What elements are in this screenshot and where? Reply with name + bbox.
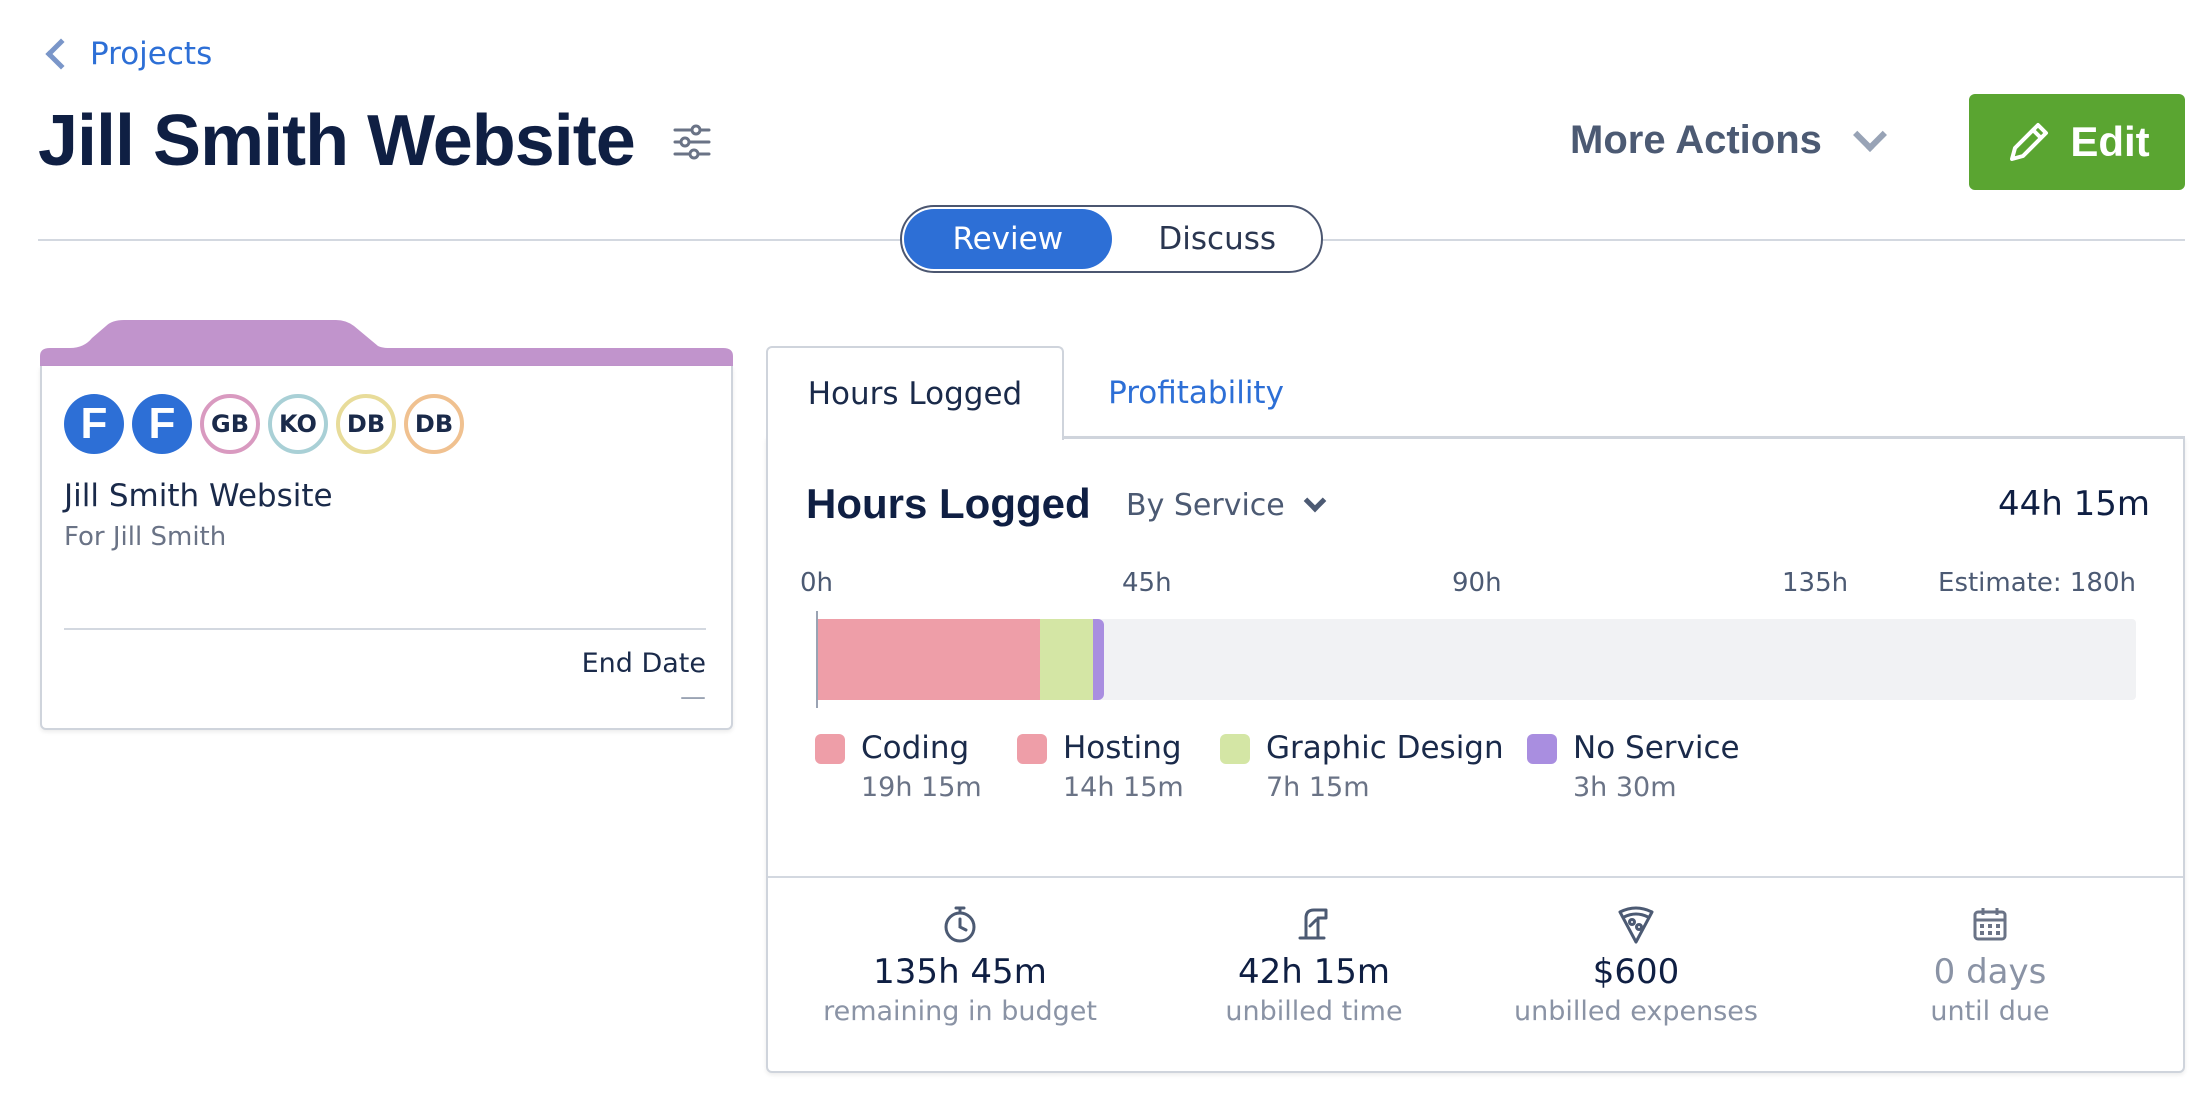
stat-label: remaining in budget: [823, 996, 1097, 1027]
legend-item: Hosting 14h 15m: [1017, 730, 1184, 803]
chart-title: Hours Logged: [806, 480, 1091, 527]
more-actions-dropdown[interactable]: More Actions: [1570, 117, 1887, 163]
avatar: KO: [268, 394, 328, 454]
sliders-icon[interactable]: [672, 122, 712, 162]
bar-segment[interactable]: [816, 619, 1040, 700]
hours-bar-track: [816, 619, 2136, 700]
legend-swatch: [1017, 734, 1047, 764]
project-client: For Jill Smith: [64, 522, 227, 552]
calendar-icon: [1973, 908, 2007, 941]
stopwatch-icon: [944, 906, 976, 943]
legend-item: Coding 19h 15m: [815, 730, 982, 803]
avatar: DB: [336, 394, 396, 454]
freshbooks-logo-avatar: F: [132, 394, 192, 454]
team-avatars: F F GB KO DB DB: [64, 394, 464, 454]
x-tick-label: 135h: [1782, 568, 1849, 598]
legend-item: No Service 3h 30m: [1527, 730, 1740, 803]
back-link-label: Projects: [90, 36, 213, 72]
legend-name: No Service: [1573, 730, 1740, 766]
card-divider: [64, 628, 706, 630]
end-date-label: End Date: [581, 648, 706, 679]
stat-label: unbilled expenses: [1514, 996, 1758, 1027]
legend-swatch: [1220, 734, 1250, 764]
project-name: Jill Smith Website: [64, 478, 333, 514]
group-by-dropdown[interactable]: By Service: [1126, 488, 1327, 523]
avatar: GB: [200, 394, 260, 454]
stat-remaining-in-budget: 135h 45m remaining in budget: [800, 904, 1120, 1027]
legend-name: Graphic Design: [1266, 730, 1504, 766]
tab-hours-logged[interactable]: Hours Logged: [766, 346, 1064, 440]
total-hours: 44h 15m: [1997, 484, 2150, 524]
x-tick-label: 0h: [800, 568, 834, 598]
legend-value: 3h 30m: [1573, 772, 1677, 803]
estimate-label: Estimate: 180h: [1938, 568, 2136, 598]
legend-item: Graphic Design 7h 15m: [1220, 730, 1504, 803]
card-folder-tab: [40, 320, 733, 370]
chevron-down-icon: [1303, 489, 1327, 512]
more-actions-label: More Actions: [1570, 118, 1822, 162]
chevron-left-icon: [45, 38, 77, 70]
quill-icon: [1298, 908, 1328, 940]
legend-value: 19h 15m: [861, 772, 982, 803]
end-date-value: —: [680, 682, 706, 712]
freshbooks-logo-avatar: F: [64, 394, 124, 454]
stat-value: $600: [1592, 952, 1680, 992]
edit-label: Edit: [2070, 118, 2150, 165]
stat-unbilled-time: 42h 15m unbilled time: [1154, 904, 1474, 1027]
legend-value: 7h 15m: [1266, 772, 1370, 803]
stats-divider: [768, 876, 2183, 878]
avatar: DB: [404, 394, 464, 454]
legend-name: Coding: [861, 730, 970, 766]
x-tick-label: 45h: [1122, 568, 1172, 598]
stat-unbilled-expenses: $600 unbilled expenses: [1476, 904, 1796, 1027]
toggle-review[interactable]: Review: [904, 209, 1112, 269]
stat-label: until due: [1930, 996, 2050, 1027]
chevron-down-icon: [1852, 117, 1887, 152]
bar-segment[interactable]: [1039, 619, 1093, 700]
back-to-projects-link[interactable]: Projects: [44, 36, 212, 72]
pencil-icon: [2010, 123, 2049, 161]
bar-segment[interactable]: [1092, 619, 1104, 700]
legend-swatch: [1527, 734, 1557, 764]
legend-name: Hosting: [1063, 730, 1182, 766]
bar-axis-line: [816, 611, 818, 708]
view-toggle: Review Discuss: [900, 205, 1323, 273]
stat-value: 135h 45m: [873, 952, 1047, 992]
toggle-discuss[interactable]: Discuss: [1114, 207, 1322, 271]
tab-profitability[interactable]: Profitability: [1064, 346, 1328, 440]
x-tick-label: 90h: [1452, 568, 1502, 598]
stat-value: 0 days: [1933, 952, 2047, 992]
group-by-label: By Service: [1126, 488, 1285, 523]
edit-button[interactable]: Edit: [1969, 94, 2185, 190]
pizza-icon: [1618, 906, 1654, 944]
stat-label: unbilled time: [1225, 996, 1403, 1027]
stat-until-due: 0 days until due: [1830, 904, 2150, 1027]
stat-value: 42h 15m: [1237, 952, 1390, 992]
legend-value: 14h 15m: [1063, 772, 1184, 803]
legend-swatch: [815, 734, 845, 764]
page-title: Jill Smith Website: [38, 101, 636, 181]
